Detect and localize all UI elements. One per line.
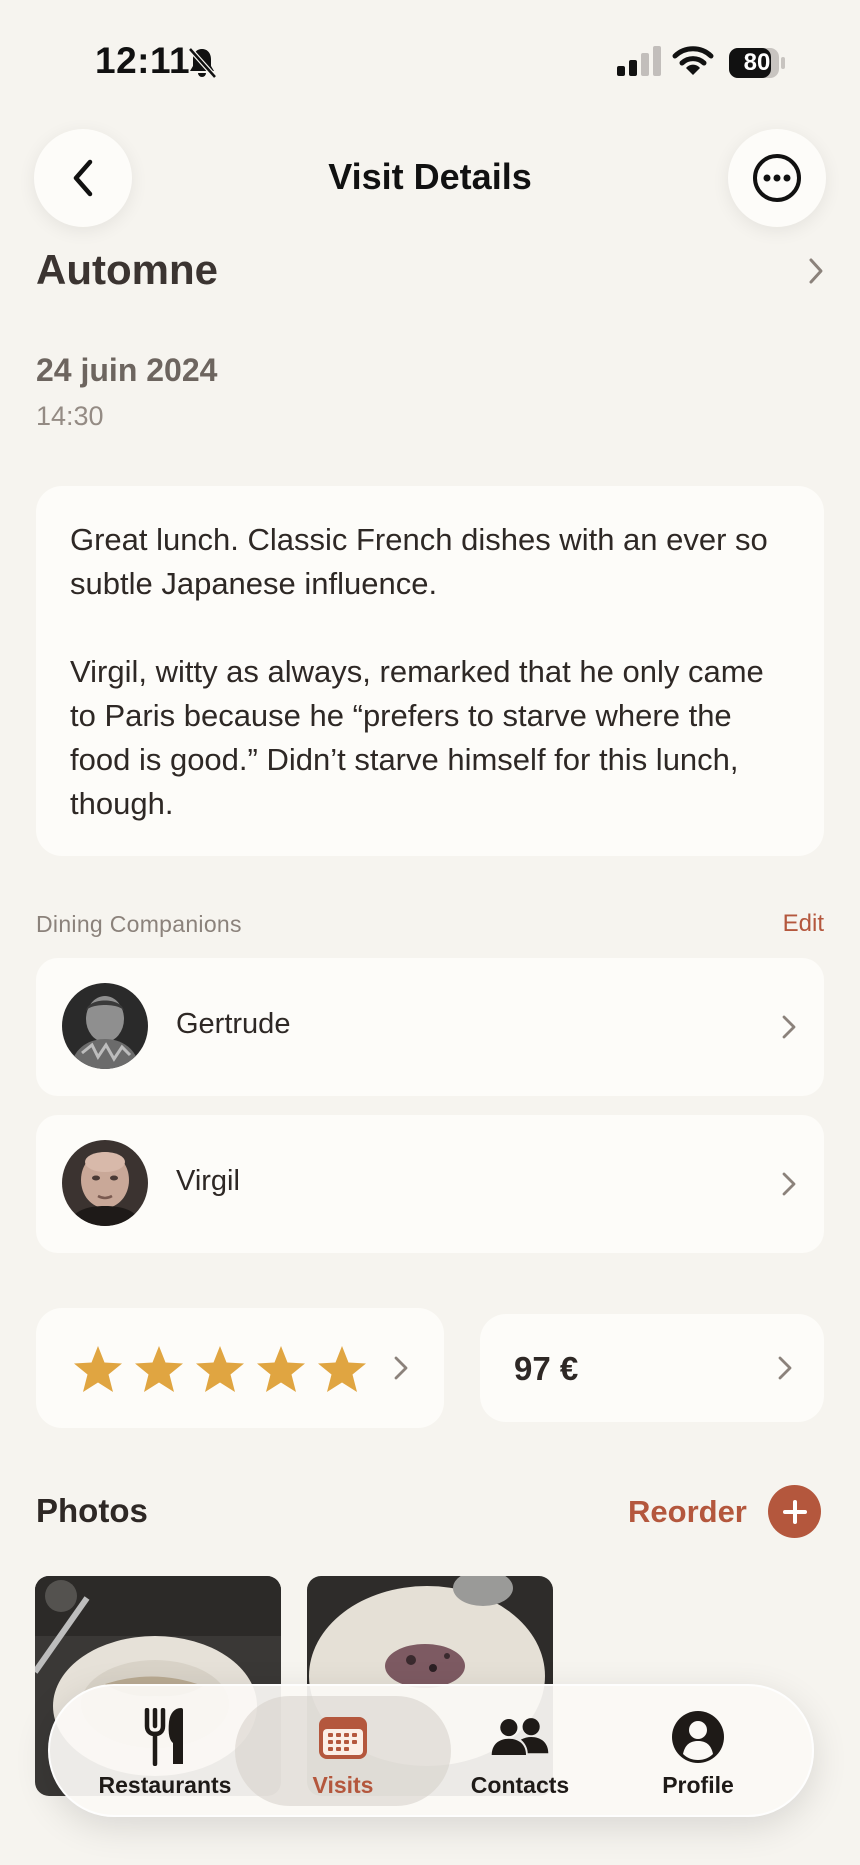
tab-contacts[interactable]: Contacts xyxy=(430,1686,610,1819)
price-card[interactable]: 97 € xyxy=(480,1314,824,1422)
star-icon xyxy=(196,1346,244,1392)
chevron-left-icon xyxy=(73,159,93,197)
reorder-photos-button[interactable]: Reorder xyxy=(628,1494,747,1530)
tab-label: Visits xyxy=(312,1772,374,1798)
tab-label: Profile xyxy=(662,1772,734,1798)
companions-section-label: Dining Companions xyxy=(36,911,242,937)
notes-paragraph: Virgil, witty as always, remarked that h… xyxy=(70,654,764,821)
companion-name: Virgil xyxy=(176,1165,240,1197)
edit-companions-button[interactable]: Edit xyxy=(783,910,824,938)
price-value: 97 € xyxy=(514,1350,579,1387)
chevron-right-icon xyxy=(782,1172,796,1196)
companion-row-gertrude[interactable]: Gertrude xyxy=(36,958,824,1096)
status-time: 12:11 xyxy=(95,40,191,81)
tab-label: Contacts xyxy=(470,1772,570,1798)
fork-knife-icon xyxy=(135,1708,195,1766)
people-icon xyxy=(490,1708,550,1766)
visit-details-screen: 12:11 80 Visit Details Automne 24 juin 2… xyxy=(0,0,860,1865)
chevron-right-icon xyxy=(394,1356,408,1380)
cellular-signal-icon xyxy=(617,46,661,76)
rating-card[interactable] xyxy=(36,1308,444,1428)
tab-profile[interactable]: Profile xyxy=(608,1686,788,1819)
ellipsis-circle-icon xyxy=(753,154,801,202)
tab-label: Restaurants xyxy=(98,1772,232,1798)
star-rating xyxy=(72,1344,368,1394)
person-circle-icon xyxy=(668,1708,728,1766)
visit-time: 14:30 xyxy=(36,401,104,431)
add-photo-button[interactable] xyxy=(768,1485,821,1538)
notes-paragraph: Great lunch. Classic French dishes with … xyxy=(70,522,768,601)
page-title: Visit Details xyxy=(328,156,532,197)
star-icon xyxy=(257,1346,305,1392)
companion-name: Gertrude xyxy=(176,1008,291,1040)
tab-visits[interactable]: Visits xyxy=(253,1686,433,1819)
calendar-icon xyxy=(313,1708,373,1766)
more-options-button[interactable] xyxy=(728,129,826,227)
status-bar: 12:11 80 xyxy=(0,0,860,110)
chevron-right-icon xyxy=(778,1356,792,1380)
visit-date: 24 juin 2024 xyxy=(36,352,218,388)
chevron-right-icon xyxy=(782,1015,796,1039)
bell-slash-icon xyxy=(188,47,217,79)
avatar xyxy=(62,1140,148,1226)
star-icon xyxy=(318,1346,366,1392)
photos-section-title: Photos xyxy=(36,1492,148,1529)
back-button[interactable] xyxy=(34,129,132,227)
tab-bar: Restaurants Visits Contacts Profile xyxy=(48,1684,814,1817)
wifi-icon xyxy=(672,46,714,75)
chevron-right-icon xyxy=(809,258,823,284)
battery-level: 80 xyxy=(743,49,771,76)
restaurant-link[interactable]: Automne xyxy=(36,242,826,302)
tab-restaurants[interactable]: Restaurants xyxy=(75,1686,255,1819)
plus-icon xyxy=(782,1499,807,1524)
visit-notes[interactable]: Great lunch. Classic French dishes with … xyxy=(36,486,824,856)
restaurant-name: Automne xyxy=(36,246,218,293)
star-icon xyxy=(135,1346,183,1392)
avatar xyxy=(62,983,148,1069)
companion-row-virgil[interactable]: Virgil xyxy=(36,1115,824,1253)
star-icon xyxy=(74,1346,122,1392)
